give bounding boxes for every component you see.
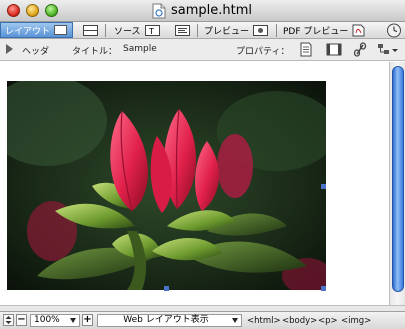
source-view-icon: T [144,24,160,36]
zoom-in-button[interactable]: + [82,314,93,326]
divider [105,24,106,37]
vertical-scrollbar[interactable] [389,62,405,305]
tab-layout-label: レイアウト [5,26,51,37]
html-document-icon [152,3,166,19]
tag-img[interactable]: <img> [341,316,371,326]
status-bar: − 100% + Web レイアウト表示 <html> <body> <p> <… [0,311,405,329]
view-mode-value: Web レイアウト表示 [123,315,209,325]
title-label: タイトル： [72,47,118,57]
tab-layout[interactable]: レイアウト [0,22,73,38]
disclosure-triangle-icon[interactable] [6,44,13,54]
pdf-icon [352,24,365,36]
resize-handle-right[interactable] [321,184,326,189]
link-properties-icon[interactable] [352,42,368,57]
zoom-window-button[interactable] [45,4,58,17]
plus-icon: + [83,314,92,325]
minimize-window-button[interactable] [26,4,39,17]
structure-menu-icon[interactable] [377,42,399,57]
tab-pdf-preview[interactable]: PDF プレビュー [279,22,375,38]
chevron-down-icon [70,318,76,323]
tab-source-label: ソース [114,26,141,37]
close-window-button[interactable] [7,4,20,17]
tag-body[interactable]: <body> [282,316,317,326]
media-properties-icon[interactable] [326,42,342,57]
title-value[interactable]: Sample [123,44,157,54]
header-label: ヘッダ [22,47,50,57]
zoom-value: 100% [34,315,60,325]
title-bar: sample.html [0,0,405,22]
document-info-bar: ヘッダ タイトル： Sample プロパティ： [0,39,405,61]
layout-view-icon [54,25,68,35]
scrollbar-thumb[interactable] [392,66,404,292]
tab-source[interactable]: ソース T [110,22,168,38]
flower-photo [7,81,326,290]
page-properties-icon[interactable] [298,42,314,57]
chevron-down-icon [232,318,238,323]
divider [276,24,277,37]
minus-icon: − [17,314,26,325]
properties-label: プロパティ： [236,47,290,57]
preview-icon [253,24,269,36]
tab-preview-label: プレビュー [204,26,250,37]
tab-split[interactable] [79,22,103,38]
resize-handle-bottom[interactable] [164,286,169,291]
tab-preview[interactable]: プレビュー [200,22,274,38]
zoom-out-button[interactable]: − [16,314,27,326]
window-title: sample.html [171,3,253,18]
selected-image[interactable] [7,81,326,290]
view-mode-bar: レイアウト ソース T プレビュー PDF プレビュー [0,22,405,39]
view-mode-select[interactable]: Web レイアウト表示 [97,314,242,327]
divider [197,24,198,37]
tab-pdf-preview-label: PDF プレビュー [283,26,349,37]
clock-icon[interactable] [386,23,402,38]
svg-text:T: T [148,27,154,36]
tab-source-format[interactable] [171,22,195,38]
document-canvas[interactable] [0,62,389,305]
resize-handle-corner[interactable] [321,286,326,291]
split-view-toggle-button[interactable] [3,314,14,326]
zoom-select[interactable]: 100% [30,314,80,327]
tag-p[interactable]: <p> [318,316,338,326]
tag-html[interactable]: <html> [247,316,281,326]
split-view-icon [83,24,98,36]
split-arrows-icon [5,316,12,324]
source-format-icon [175,24,190,36]
